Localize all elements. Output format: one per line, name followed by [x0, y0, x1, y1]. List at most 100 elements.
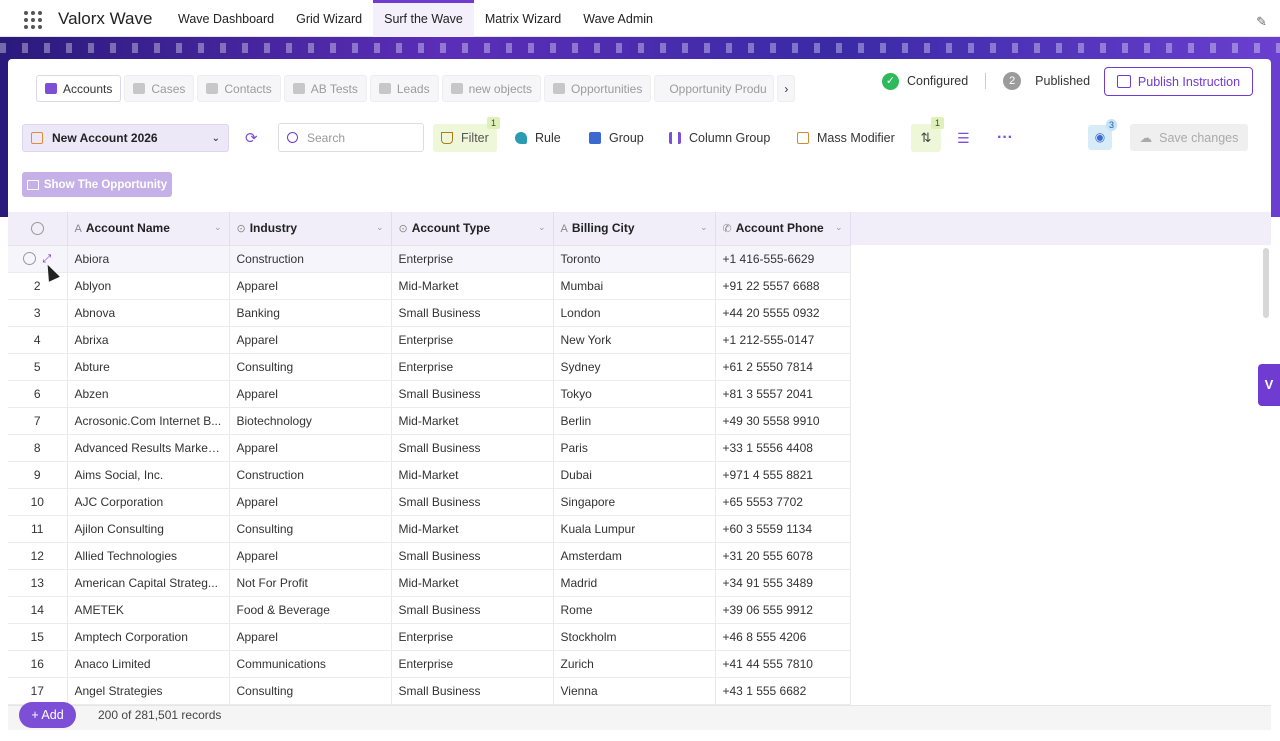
cell-industry[interactable]: Apparel — [229, 434, 392, 462]
cell-industry[interactable]: Apparel — [229, 380, 392, 408]
table-row[interactable]: 8 Advanced Results Marketi... Apparel Small… — [8, 434, 851, 462]
object-tab-opportunity-products[interactable]: Opportunity Produ — [654, 75, 775, 102]
chevron-down-icon[interactable]: ⌄ — [376, 222, 384, 233]
cell-industry[interactable]: Food & Beverage — [229, 596, 392, 624]
side-panel-toggle[interactable]: V — [1258, 364, 1280, 406]
nav-tab-surf-the-wave[interactable]: Surf the Wave — [373, 0, 474, 37]
object-tab-opportunities[interactable]: Opportunities — [543, 75, 652, 102]
save-changes-button[interactable]: ☁ Save changes — [1130, 124, 1248, 151]
cell-phone[interactable]: +60 3 5559 1134 — [715, 515, 851, 543]
nav-tab-grid-wizard[interactable]: Grid Wizard — [285, 0, 373, 37]
cell-city[interactable]: New York — [553, 326, 716, 354]
table-row[interactable]: 14 AMETEK Food & Beverage Small Business Rom… — [8, 596, 851, 624]
cell-industry[interactable]: Consulting — [229, 353, 392, 381]
cell-industry[interactable]: Apparel — [229, 488, 392, 516]
column-group-button[interactable]: Column Group — [669, 124, 770, 152]
cell-city[interactable]: Berlin — [553, 407, 716, 435]
cell-type[interactable]: Mid-Market — [391, 569, 554, 597]
nav-tab-wave-dashboard[interactable]: Wave Dashboard — [167, 0, 285, 37]
cell-city[interactable]: Toronto — [553, 245, 716, 273]
cell-city[interactable]: Sydney — [553, 353, 716, 381]
cell-type[interactable]: Small Business — [391, 299, 554, 327]
row-index[interactable]: 4 — [8, 326, 68, 354]
column-header-account-type[interactable]: ⊙ Account Type ⌄ — [391, 212, 554, 246]
more-options-icon[interactable]: ··· — [997, 124, 1013, 152]
table-row[interactable]: 10 AJC Corporation Apparel Small Business Si… — [8, 488, 851, 516]
object-tab-cases[interactable]: Cases — [124, 75, 195, 102]
cell-industry[interactable]: Consulting — [229, 515, 392, 543]
cell-name[interactable]: Abnova — [67, 299, 230, 327]
cell-industry[interactable]: Banking — [229, 299, 392, 327]
cell-phone[interactable]: +91 22 5557 6688 — [715, 272, 851, 300]
cell-type[interactable]: Mid-Market — [391, 407, 554, 435]
table-row[interactable]: 15 Amptech Corporation Apparel Enterprise St… — [8, 623, 851, 651]
cell-name[interactable]: Abture — [67, 353, 230, 381]
cell-industry[interactable]: Apparel — [229, 326, 392, 354]
object-tab-ab-tests[interactable]: AB Tests — [283, 75, 367, 102]
cell-industry[interactable]: Construction — [229, 245, 392, 273]
cell-type[interactable]: Mid-Market — [391, 515, 554, 543]
cell-phone[interactable]: +41 44 555 7810 — [715, 650, 851, 678]
cell-phone[interactable]: +34 91 555 3489 — [715, 569, 851, 597]
cell-type[interactable]: Small Business — [391, 677, 554, 705]
cell-name[interactable]: Amptech Corporation — [67, 623, 230, 651]
cell-name[interactable]: Anaco Limited — [67, 650, 230, 678]
object-tab-new-objects[interactable]: new objects — [441, 75, 541, 102]
cell-industry[interactable]: Biotechnology — [229, 407, 392, 435]
cell-name[interactable]: AJC Corporation — [67, 488, 230, 516]
cell-name[interactable]: Abiora — [67, 245, 230, 273]
hidden-columns-button[interactable]: ◉ 3 — [1088, 119, 1117, 150]
cell-phone[interactable]: +971 4 555 8821 — [715, 461, 851, 489]
cell-type[interactable]: Small Business — [391, 434, 554, 462]
cell-city[interactable]: Vienna — [553, 677, 716, 705]
cell-phone[interactable]: +61 2 5550 7814 — [715, 353, 851, 381]
nav-tab-wave-admin[interactable]: Wave Admin — [572, 0, 664, 37]
cell-city[interactable]: Rome — [553, 596, 716, 624]
view-selector[interactable]: New Account 2026 ⌄ — [22, 124, 229, 152]
cell-industry[interactable]: Apparel — [229, 272, 392, 300]
cell-industry[interactable]: Apparel — [229, 542, 392, 570]
cell-name[interactable]: Abrixa — [67, 326, 230, 354]
cell-type[interactable]: Enterprise — [391, 623, 554, 651]
cell-name[interactable]: Ajilon Consulting — [67, 515, 230, 543]
cell-city[interactable]: London — [553, 299, 716, 327]
cell-phone[interactable]: +49 30 5558 9910 — [715, 407, 851, 435]
row-index[interactable]: 17 — [8, 677, 68, 705]
more-tabs-button[interactable]: › — [777, 75, 796, 102]
cell-city[interactable]: Dubai — [553, 461, 716, 489]
row-height-icon[interactable]: ☰ — [957, 124, 970, 152]
cell-phone[interactable]: +39 06 555 9912 — [715, 596, 851, 624]
table-row[interactable]: 16 Anaco Limited Communications Enterprise Z… — [8, 650, 851, 678]
object-tab-accounts[interactable]: Accounts — [36, 75, 122, 102]
table-row[interactable]: 12 Allied Technologies Apparel Small Busine… — [8, 542, 851, 570]
cell-city[interactable]: Singapore — [553, 488, 716, 516]
cell-type[interactable]: Enterprise — [391, 650, 554, 678]
cell-name[interactable]: Aims Social, Inc. — [67, 461, 230, 489]
table-row[interactable]: ⤢ Abiora Construction Enterprise Toronto +1 4… — [8, 245, 851, 273]
row-checkbox[interactable] — [23, 252, 37, 266]
column-header-account-phone[interactable]: ✆ Account Phone ⌄ — [715, 212, 851, 246]
cell-phone[interactable]: +1 212-555-0147 — [715, 326, 851, 354]
cell-name[interactable]: Acrosonic.Com Internet B... — [67, 407, 230, 435]
row-index[interactable]: 11 — [8, 515, 68, 543]
row-index[interactable]: 9 — [8, 461, 68, 489]
cell-name[interactable]: American Capital Strateg... — [67, 569, 230, 597]
refresh-icon[interactable]: ⟳ — [245, 129, 258, 147]
cell-city[interactable]: Zurich — [553, 650, 716, 678]
column-header-industry[interactable]: ⊙ Industry ⌄ — [229, 212, 392, 246]
cell-city[interactable]: Paris — [553, 434, 716, 462]
cell-phone[interactable]: +46 8 555 4206 — [715, 623, 851, 651]
cell-city[interactable]: Mumbai — [553, 272, 716, 300]
cell-type[interactable]: Mid-Market — [391, 461, 554, 489]
edit-pencil-icon[interactable]: ✎ — [1256, 14, 1267, 30]
row-index[interactable]: ⤢ — [8, 245, 68, 273]
cell-industry[interactable]: Communications — [229, 650, 392, 678]
cell-name[interactable]: Ablyon — [67, 272, 230, 300]
cell-phone[interactable]: +33 1 5556 4408 — [715, 434, 851, 462]
add-record-button[interactable]: + Add — [19, 702, 76, 728]
cell-industry[interactable]: Not For Profit — [229, 569, 392, 597]
table-row[interactable]: 3 Abnova Banking Small Business London +44 20… — [8, 299, 851, 327]
sort-button[interactable]: ⇅ 1 — [911, 117, 944, 152]
table-row[interactable]: 13 American Capital Strateg... Not For Pro… — [8, 569, 851, 597]
group-button[interactable]: Group — [589, 124, 644, 152]
